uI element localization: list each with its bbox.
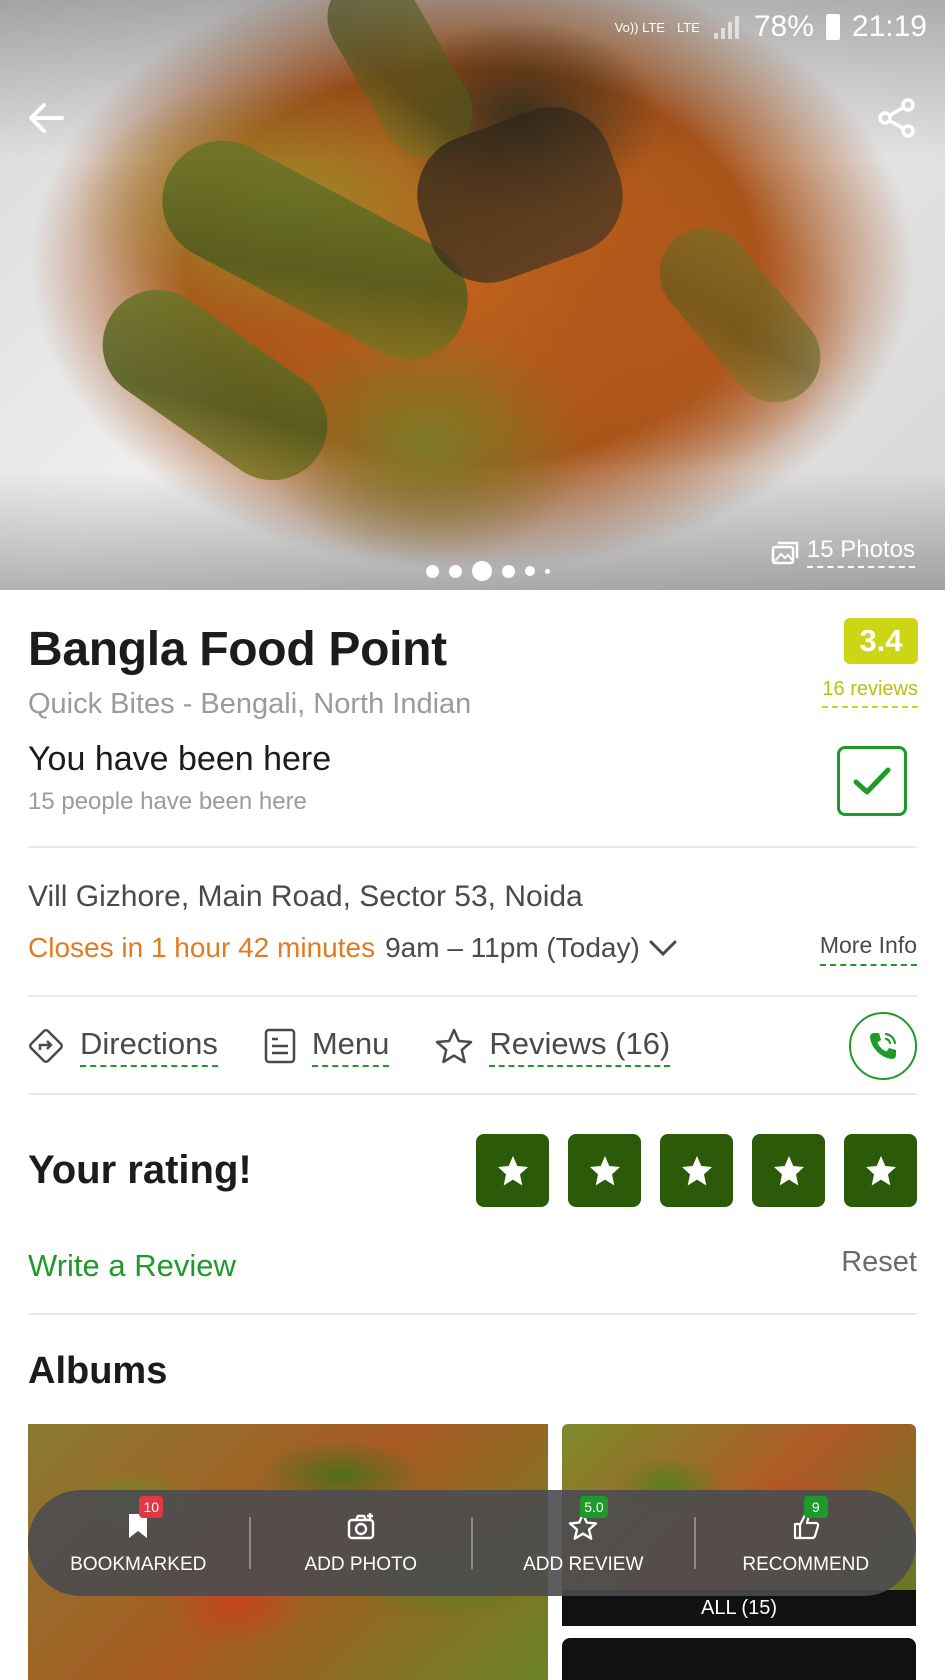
carousel-indicator: [426, 561, 550, 581]
star-icon: [589, 1155, 620, 1185]
been-here-title: You have been here: [28, 740, 332, 778]
recommend-label: RECOMMEND: [742, 1554, 870, 1575]
bookmark-label: BOOKMARKED: [70, 1554, 207, 1575]
star-icon: [865, 1155, 896, 1185]
battery-percent: 78%: [753, 10, 814, 43]
directions-icon: [29, 1029, 63, 1063]
carousel-dot: [545, 568, 550, 574]
rate-star-2[interactable]: [568, 1134, 641, 1207]
back-button[interactable]: [24, 96, 68, 140]
carousel-dot-active: [472, 561, 492, 581]
directions-button[interactable]: Directions: [28, 1026, 218, 1067]
chevron-down-icon: [648, 938, 678, 958]
opening-hours[interactable]: Closes in 1 hour 42 minutes 9am – 11pm (…: [28, 932, 678, 964]
star-icon: [773, 1155, 804, 1185]
bookmark-button[interactable]: 10 BOOKMARKED: [28, 1490, 249, 1596]
call-button[interactable]: [849, 1012, 917, 1080]
menu-icon: [264, 1028, 296, 1064]
been-here-subtitle: 15 people have been here: [28, 788, 307, 815]
carousel-dot: [502, 564, 515, 578]
volte-indicator: Vo)) LTE: [614, 19, 665, 35]
phone-icon: [870, 1032, 897, 1059]
rating-stars: [476, 1134, 917, 1207]
carousel-dot: [525, 566, 535, 576]
menu-button[interactable]: Menu: [264, 1026, 390, 1067]
directions-label: Directions: [80, 1026, 218, 1067]
restaurant-name: Bangla Food Point: [28, 623, 447, 676]
closing-time: Closes in 1 hour 42 minutes: [28, 932, 376, 963]
reset-button[interactable]: Reset: [841, 1246, 917, 1279]
lte-indicator: LTE: [676, 19, 700, 35]
add-photo-button[interactable]: ADD PHOTO: [251, 1490, 472, 1596]
quick-actions: Directions Menu Reviews (16): [28, 1022, 716, 1070]
rate-star-5[interactable]: [844, 1134, 917, 1207]
reviews-button[interactable]: Reviews (16): [435, 1026, 671, 1067]
add-review-label: ADD REVIEW: [523, 1554, 644, 1575]
reviews-count-link[interactable]: 16 reviews: [822, 678, 918, 708]
rating-badge[interactable]: 3.4: [844, 618, 918, 664]
photos-label: 15 Photos: [806, 536, 915, 568]
divider: [28, 846, 917, 848]
star-outline-icon: [436, 1028, 473, 1064]
address[interactable]: Vill Gizhore, Main Road, Sector 53, Noid…: [28, 880, 583, 914]
share-button[interactable]: [875, 96, 919, 140]
recommend-button[interactable]: 9 RECOMMEND: [696, 1490, 917, 1596]
album-side-photo-2[interactable]: [562, 1638, 916, 1680]
been-here-toggle[interactable]: [837, 746, 907, 816]
hero-photo[interactable]: Vo)) LTE LTE 78% 21:19 15 Photos: [0, 0, 945, 590]
gallery-icon: [771, 541, 799, 565]
more-info-link[interactable]: More Info: [819, 932, 917, 966]
rate-star-1[interactable]: [476, 1134, 549, 1207]
reviews-label: Reviews (16): [489, 1026, 671, 1067]
battery-icon: [825, 14, 840, 40]
your-rating-title: Your rating!: [28, 1148, 252, 1192]
add-review-button[interactable]: 5.0 ADD REVIEW: [473, 1490, 694, 1596]
share-icon: [878, 98, 915, 138]
restaurant-cuisine: Quick Bites - Bengali, North Indian: [28, 688, 472, 720]
add-photo-label: ADD PHOTO: [304, 1554, 418, 1575]
albums-title: Albums: [28, 1350, 168, 1392]
write-review-link[interactable]: Write a Review: [28, 1248, 236, 1284]
bookmark-count-badge: 10: [139, 1496, 164, 1518]
status-bar: Vo)) LTE LTE 78% 21:19: [615, 10, 927, 44]
checkmark-icon: [853, 767, 891, 795]
signal-icon: [712, 15, 742, 39]
clock: 21:19: [851, 10, 927, 43]
divider: [28, 1313, 917, 1315]
rate-star-3[interactable]: [660, 1134, 733, 1207]
bottom-action-bar: 10 BOOKMARKED ADD PHOTO 5.0 ADD REVIEW 9: [28, 1490, 916, 1596]
hours-range: 9am – 11pm (Today): [385, 932, 640, 963]
divider: [28, 995, 917, 997]
review-score-badge: 5.0: [580, 1496, 608, 1518]
food-photo-detail: [641, 209, 839, 421]
rate-star-4[interactable]: [752, 1134, 825, 1207]
divider: [28, 1093, 917, 1095]
carousel-dot: [426, 564, 439, 578]
add-photo-icon: [347, 1513, 374, 1540]
photos-count-link[interactable]: 15 Photos: [771, 536, 915, 568]
carousel-dot: [449, 564, 462, 578]
star-icon: [497, 1155, 528, 1185]
recommend-count-badge: 9: [803, 1496, 828, 1518]
menu-label: Menu: [311, 1026, 390, 1067]
star-icon: [681, 1155, 712, 1185]
back-arrow-icon: [29, 103, 64, 133]
